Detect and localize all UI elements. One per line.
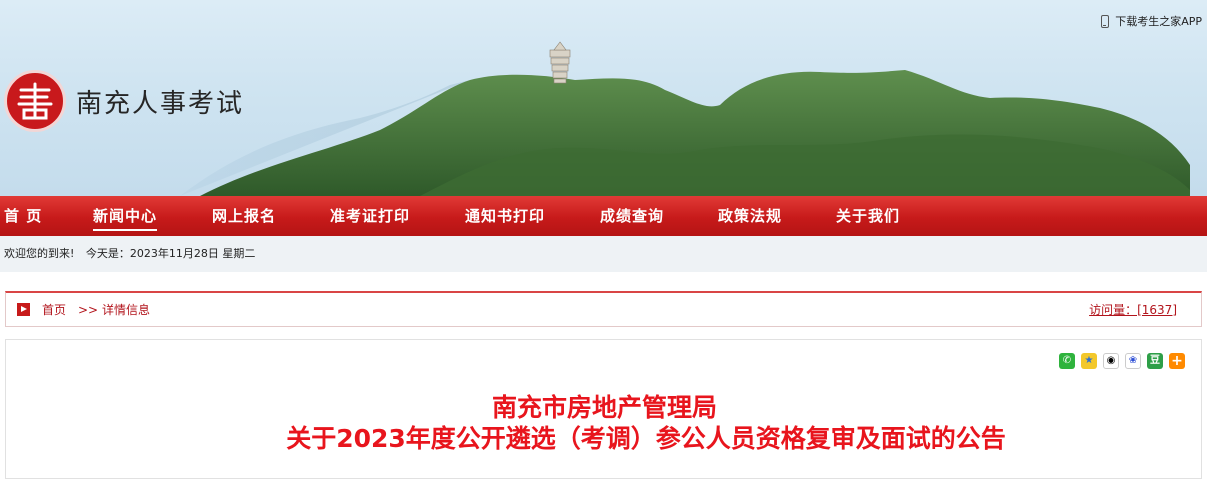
breadcrumb-separator: >>	[78, 303, 99, 317]
article-panel: ✆ ★ ◉ ❀ 豆 + 南充市房地产管理局 关于2023年度公开遴选（考调）参公…	[5, 339, 1202, 479]
header-banner: 下载考生之家APP 南充人事考试	[0, 0, 1207, 196]
mobile-phone-icon	[1101, 14, 1110, 28]
welcome-greeting: 欢迎您的到来!	[4, 247, 75, 260]
play-arrow-icon	[17, 303, 30, 316]
share-toolbar: ✆ ★ ◉ ❀ 豆 +	[1059, 353, 1185, 369]
pagoda	[549, 41, 571, 84]
breadcrumb-home-link[interactable]: 首页	[42, 293, 66, 327]
article-title-line2: 关于2023年度公开遴选（考调）参公人员资格复审及面试的公告	[286, 424, 1006, 453]
welcome-bar: 欢迎您的到来! 今天是：2023年11月28日 星期二	[0, 236, 1207, 272]
qq-icon[interactable]: ◉	[1103, 353, 1119, 369]
main-navigation: 首 页 新闻中心 网上报名 准考证打印 通知书打印 成绩查询 政策法规 关于我们	[0, 196, 1207, 236]
download-app-label: 下载考生之家APP	[1115, 15, 1202, 28]
wechat-icon[interactable]: ✆	[1059, 353, 1075, 369]
baidu-icon[interactable]: ❀	[1125, 353, 1141, 369]
article-title: 南充市房地产管理局 关于2023年度公开遴选（考调）参公人员资格复审及面试的公告	[6, 392, 1203, 454]
breadcrumb: 首页 >> 详情信息 访问量：[1637]	[5, 291, 1202, 327]
article-title-line1: 南充市房地产管理局	[491, 393, 717, 422]
current-date: 今天是：2023年11月28日 星期二	[85, 247, 256, 260]
nav-item-score-query[interactable]: 成绩查询	[600, 196, 664, 236]
nav-item-news[interactable]: 新闻中心	[93, 196, 158, 236]
nav-item-admission-ticket[interactable]: 准考证打印	[330, 196, 410, 236]
douban-icon[interactable]: 豆	[1147, 353, 1163, 369]
visit-count[interactable]: 访问量：[1637]	[1089, 293, 1177, 327]
more-share-icon[interactable]: +	[1169, 353, 1185, 369]
nav-item-home[interactable]: 首 页	[4, 196, 42, 236]
site-title: 南充人事考试	[76, 88, 245, 119]
site-logo-icon	[4, 70, 66, 132]
breadcrumb-current: 详情信息	[102, 303, 151, 317]
nav-item-policies[interactable]: 政策法规	[718, 196, 782, 236]
nav-item-about-us[interactable]: 关于我们	[836, 196, 900, 236]
nav-item-online-registration[interactable]: 网上报名	[212, 196, 276, 236]
site-brand[interactable]: 南充人事考试	[4, 70, 244, 132]
qzone-icon[interactable]: ★	[1081, 353, 1097, 369]
download-app-link[interactable]: 下载考生之家APP	[1101, 12, 1202, 30]
seal-logo-glyph	[17, 82, 53, 120]
nav-item-notice-print[interactable]: 通知书打印	[465, 196, 545, 236]
